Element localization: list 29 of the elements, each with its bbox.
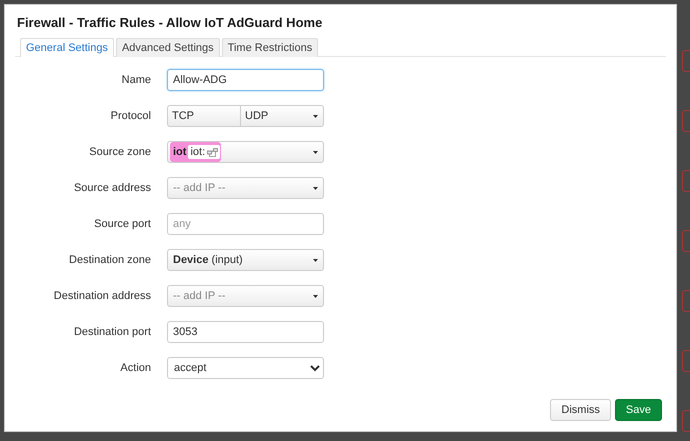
protocol-dropdown[interactable]: TCP UDP: [167, 105, 324, 127]
text-field[interactable]: 3053: [167, 321, 324, 343]
field-label: Source port: [93, 218, 151, 230]
dialog-title: Firewall - Traffic Rules - Allow IoT AdGuard Home: [17, 15, 324, 30]
caret-icon: [313, 186, 318, 190]
text-field[interactable]: Allow-ADG: [167, 69, 324, 91]
caret-icon: [313, 258, 318, 262]
caret-icon: [313, 294, 318, 298]
network-icon: [207, 148, 218, 156]
save-button[interactable]: Save: [614, 399, 662, 421]
field-label: Name: [120, 74, 151, 86]
caret-icon: [313, 114, 318, 118]
tab[interactable]: Time Restrictions: [222, 38, 318, 57]
field-label: Destination address: [52, 290, 151, 302]
text-field[interactable]: any: [167, 213, 324, 235]
zone-dropdown[interactable]: iot iot:: [167, 141, 324, 163]
field-label: Source zone: [88, 146, 151, 158]
caret-icon: [313, 150, 318, 154]
field-label: Protocol: [110, 110, 151, 122]
action-select[interactable]: accept: [167, 357, 324, 379]
dropdown[interactable]: Device (input): [167, 249, 324, 271]
tab[interactable]: Advanced Settings: [116, 38, 220, 57]
zone-badge: iot iot:: [170, 142, 222, 162]
field-label: Destination zone: [68, 254, 151, 266]
dismiss-button[interactable]: Dismiss: [550, 399, 611, 421]
field-label: Action: [119, 362, 151, 374]
tab[interactable]: General Settings: [20, 38, 114, 57]
field-label: Source address: [72, 182, 151, 194]
field-label: Destination port: [72, 326, 151, 338]
